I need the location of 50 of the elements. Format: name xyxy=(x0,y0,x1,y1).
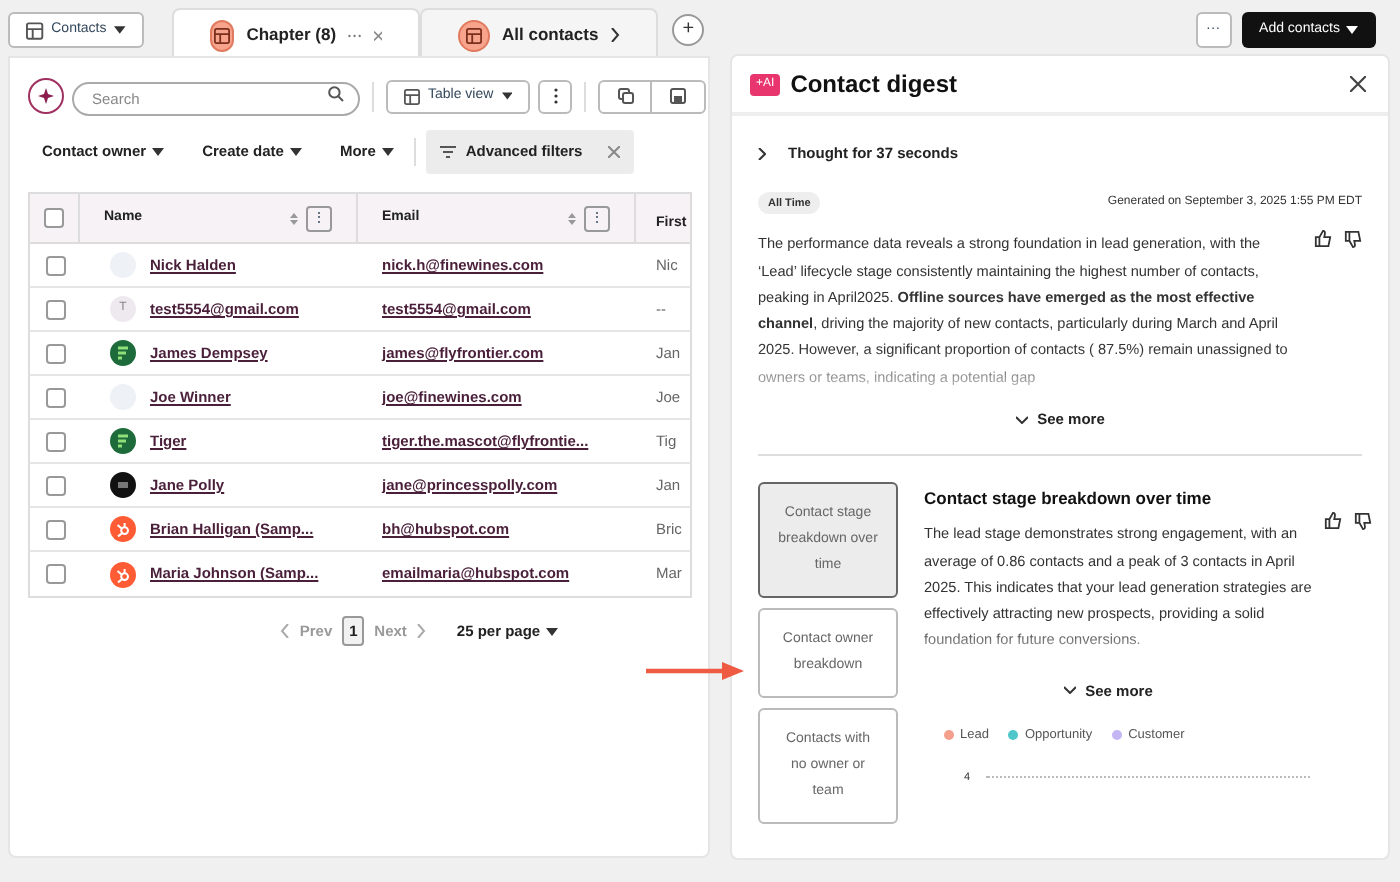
search-icon xyxy=(328,86,344,102)
row-checkbox[interactable] xyxy=(45,343,65,363)
arrow-annotation xyxy=(646,662,746,680)
sort-icon[interactable] xyxy=(290,211,298,225)
logo-icon xyxy=(110,428,136,454)
table-icon xyxy=(458,19,490,51)
chevron-right-icon[interactable] xyxy=(610,28,621,42)
tab[interactable]: Chapter (8) xyxy=(172,8,420,60)
logo-icon xyxy=(110,340,136,366)
filter-icon xyxy=(439,146,456,158)
add-tab-button[interactable]: + xyxy=(672,14,705,46)
sort-icon[interactable] xyxy=(568,211,576,225)
sprocket-icon xyxy=(110,561,136,587)
caret-icon xyxy=(381,148,394,156)
caret-icon xyxy=(289,148,302,156)
panel-title: Contact digest xyxy=(790,68,958,102)
thumbs-up-icon[interactable] xyxy=(1324,511,1342,529)
row-checkbox[interactable] xyxy=(45,564,65,584)
logo-icon xyxy=(110,472,136,498)
row-checkbox[interactable] xyxy=(45,299,65,319)
tab[interactable]: All contacts xyxy=(420,8,659,60)
caret-icon xyxy=(546,627,559,635)
table-icon xyxy=(210,19,235,51)
row-checkbox[interactable] xyxy=(45,519,65,539)
row-checkbox[interactable] xyxy=(45,431,65,451)
chevron-down-icon xyxy=(1015,415,1028,424)
close-icon[interactable] xyxy=(1350,76,1366,92)
more-button[interactable] xyxy=(538,79,572,113)
sprocket-icon xyxy=(110,516,136,542)
row-checkbox[interactable] xyxy=(45,387,65,407)
tab-label: Chapter (8) xyxy=(246,22,337,48)
save-icon xyxy=(670,88,686,104)
section-title: Contact stage breakdown over time xyxy=(924,485,1214,511)
caret-icon xyxy=(1346,26,1358,34)
caret-icon xyxy=(152,148,165,156)
tab-label: All contacts xyxy=(502,22,599,48)
thumbs-down-icon[interactable] xyxy=(1354,511,1372,529)
caret-icon xyxy=(501,92,512,100)
chevron-down-icon xyxy=(1063,686,1076,695)
chevron-right-icon[interactable] xyxy=(758,147,766,160)
select-all-checkbox[interactable] xyxy=(44,208,64,228)
row-checkbox[interactable] xyxy=(45,475,65,495)
thumbs-up-icon[interactable] xyxy=(1314,230,1332,249)
sparkle-icon[interactable] xyxy=(28,78,64,114)
thumbs-down-icon[interactable] xyxy=(1344,230,1362,249)
caret-icon xyxy=(114,26,126,34)
table-icon xyxy=(404,87,420,105)
copy-icon xyxy=(617,88,633,104)
row-checkbox[interactable] xyxy=(45,255,65,275)
chevron-left-icon[interactable] xyxy=(279,624,290,638)
